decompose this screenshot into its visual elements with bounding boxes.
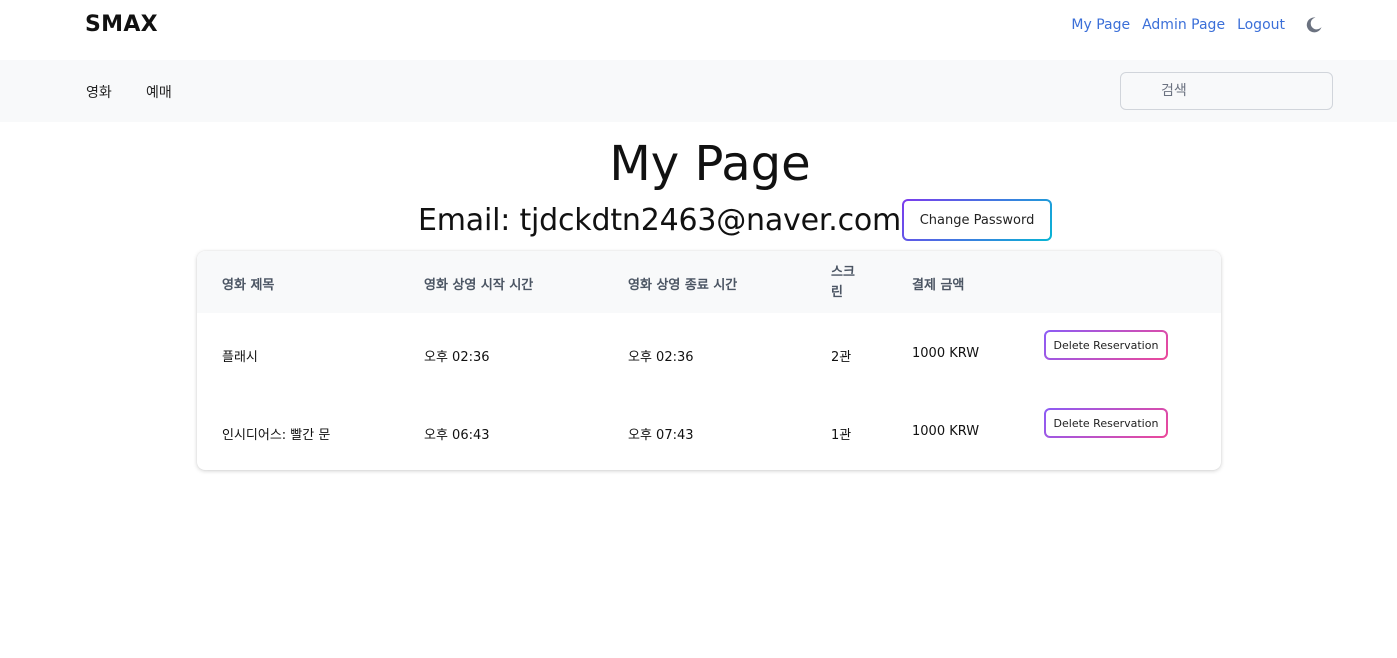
cell-end-time: 오후 07:43 (628, 428, 694, 443)
search-input[interactable] (1120, 72, 1333, 110)
delete-reservation-button[interactable]: Delete Reservation (1044, 330, 1168, 360)
cell-title: 인시디어스: 빨간 문 (222, 428, 331, 443)
table-header: 영화 제목 영화 상영 시작 시간 영화 상영 종료 시간 스크 린 결제 금액 (197, 251, 1221, 313)
logout-link[interactable]: Logout (1237, 17, 1285, 33)
cell-start-time: 오후 06:43 (424, 428, 490, 443)
cell-title: 플래시 (222, 350, 258, 365)
cell-amount: 1000 KRW (912, 346, 980, 361)
reservations-table: 영화 제목 영화 상영 시작 시간 영화 상영 종료 시간 스크 린 결제 금액… (197, 251, 1221, 470)
top-links: My Page Admin Page Logout (1059, 16, 1323, 34)
change-password-button[interactable]: Change Password (902, 199, 1052, 241)
user-email: Email: tjdckdtn2463@naver.com (418, 202, 902, 238)
column-header-screen: 스크 린 (831, 265, 855, 300)
brand-logo[interactable]: SMAX (85, 12, 158, 37)
cell-screen: 1관 (831, 428, 852, 443)
my-page-link[interactable]: My Page (1071, 17, 1130, 33)
cell-start-time: 오후 02:36 (424, 350, 490, 365)
delete-reservation-button[interactable]: Delete Reservation (1044, 408, 1168, 438)
top-header: SMAX My Page Admin Page Logout (0, 0, 1397, 60)
nav-bar: 영화 예매 (0, 60, 1397, 122)
cell-end-time: 오후 02:36 (628, 350, 694, 365)
nav-item-movies[interactable]: 영화 (86, 82, 112, 102)
column-header-end-time: 영화 상영 종료 시간 (628, 278, 738, 293)
column-header-title: 영화 제목 (222, 278, 275, 293)
admin-page-link[interactable]: Admin Page (1142, 17, 1225, 33)
column-header-start-time: 영화 상영 시작 시간 (424, 278, 534, 293)
cell-amount: 1000 KRW (912, 424, 980, 439)
email-row: Email: tjdckdtn2463@naver.com Change Pas… (418, 199, 1052, 241)
cell-screen: 2관 (831, 350, 852, 365)
nav-item-booking[interactable]: 예매 (146, 82, 172, 102)
column-header-amount: 결제 금액 (912, 278, 965, 293)
moon-icon[interactable] (1305, 16, 1323, 34)
page-title: My Page (609, 136, 811, 192)
